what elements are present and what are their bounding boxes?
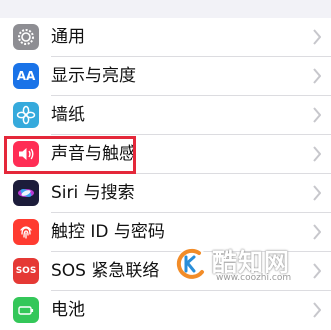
gear-icon (13, 24, 39, 50)
chevron-right-icon (313, 29, 321, 45)
settings-row-wallpaper[interactable]: 墙纸 (0, 96, 331, 135)
settings-row-label: 通用 (51, 27, 85, 47)
settings-row-sounds-haptics[interactable]: 声音与触感 (0, 135, 331, 174)
settings-row-label: 显示与亮度 (51, 66, 136, 86)
fingerprint-icon (13, 219, 39, 245)
settings-row-label: Siri 与搜索 (51, 183, 135, 203)
siri-icon (13, 180, 39, 206)
settings-row-label: 触控 ID 与密码 (51, 222, 165, 242)
settings-row-label: SOS 紧急联络 (51, 261, 160, 281)
settings-row-siri-search[interactable]: Siri 与搜索 (0, 174, 331, 213)
display-brightness-icon: AA (13, 63, 39, 89)
battery-icon (13, 297, 39, 323)
icon-text: AA (16, 69, 36, 83)
icon-text: SOS (15, 266, 37, 276)
settings-row-display-brightness[interactable]: AA 显示与亮度 (0, 57, 331, 96)
settings-row-label: 声音与触感 (51, 144, 136, 164)
wallpaper-flower-icon (13, 102, 39, 128)
sos-icon: SOS (13, 258, 39, 284)
watermark-url: www.coozhi.com (216, 273, 292, 283)
chevron-right-icon (313, 146, 321, 162)
speaker-icon (13, 141, 39, 167)
chevron-right-icon (313, 185, 321, 201)
watermark-logo-icon (175, 247, 209, 281)
chevron-right-icon (313, 302, 321, 318)
chevron-right-icon (313, 224, 321, 240)
settings-row-general[interactable]: 通用 (0, 18, 331, 57)
settings-row-battery[interactable]: 电池 (0, 291, 331, 330)
watermark: 酷知网 www.coozhi.com (172, 244, 322, 284)
settings-row-label: 电池 (51, 300, 85, 320)
settings-row-label: 墙纸 (51, 105, 85, 125)
chevron-right-icon (313, 68, 321, 84)
chevron-right-icon (313, 107, 321, 123)
